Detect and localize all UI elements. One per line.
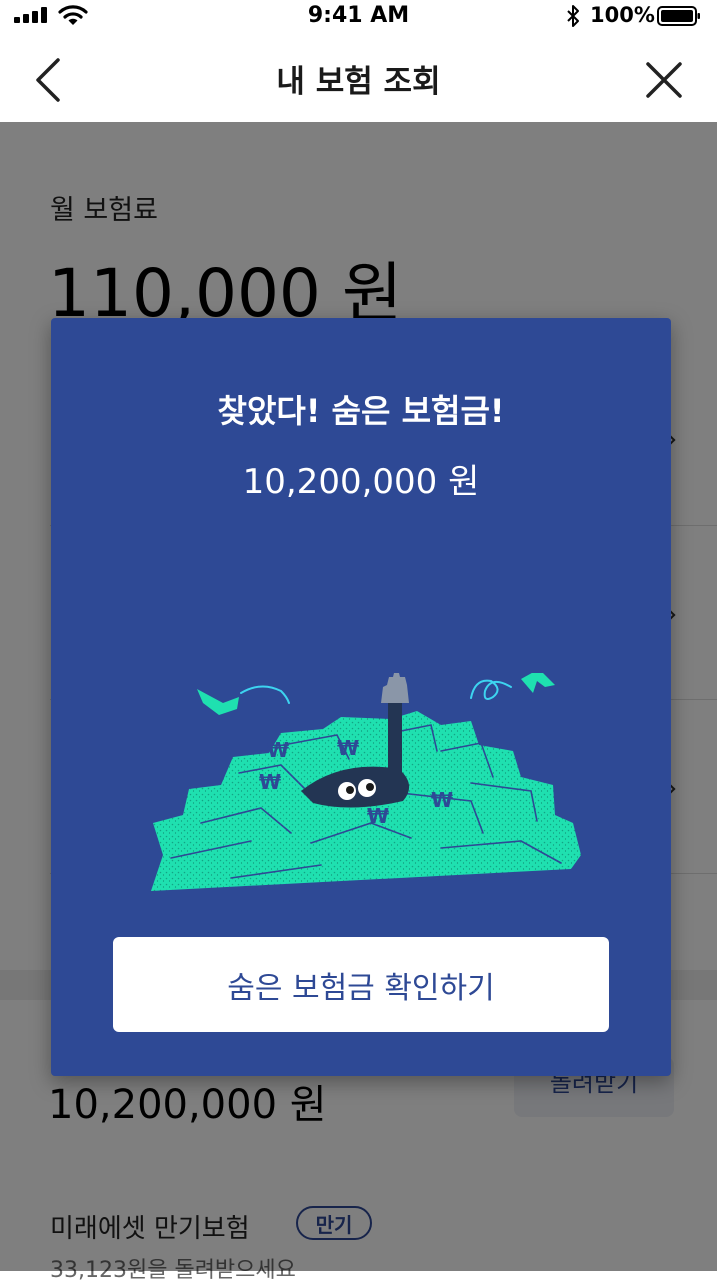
page-title: 내 보험 조회 <box>276 64 441 100</box>
check-hidden-insurance-button[interactable]: 숨은 보험금 확인하기 <box>113 937 609 1032</box>
svg-text:₩: ₩ <box>267 738 289 762</box>
nav-bar: 내 보험 조회 <box>0 32 717 122</box>
svg-text:₩: ₩ <box>367 804 389 828</box>
modal-title: 찾았다! 숨은 보험금! <box>217 392 505 430</box>
svg-text:₩: ₩ <box>337 736 359 760</box>
svg-text:₩: ₩ <box>259 770 281 794</box>
hidden-insurance-modal: 찾았다! 숨은 보험금! 10,200,000 원 ₩ ₩ ₩ ₩ ₩ 숨은 보… <box>51 318 671 1076</box>
money-pile-illustration: ₩ ₩ ₩ ₩ ₩ <box>151 673 581 891</box>
battery-percentage: 100% <box>590 3 655 27</box>
status-bar: 9:41 AM 100% <box>0 0 717 32</box>
svg-text:₩: ₩ <box>431 788 453 812</box>
bluetooth-icon <box>567 5 579 27</box>
close-icon[interactable] <box>644 60 684 100</box>
modal-amount: 10,200,000 원 <box>242 462 480 502</box>
battery-icon <box>657 6 700 26</box>
